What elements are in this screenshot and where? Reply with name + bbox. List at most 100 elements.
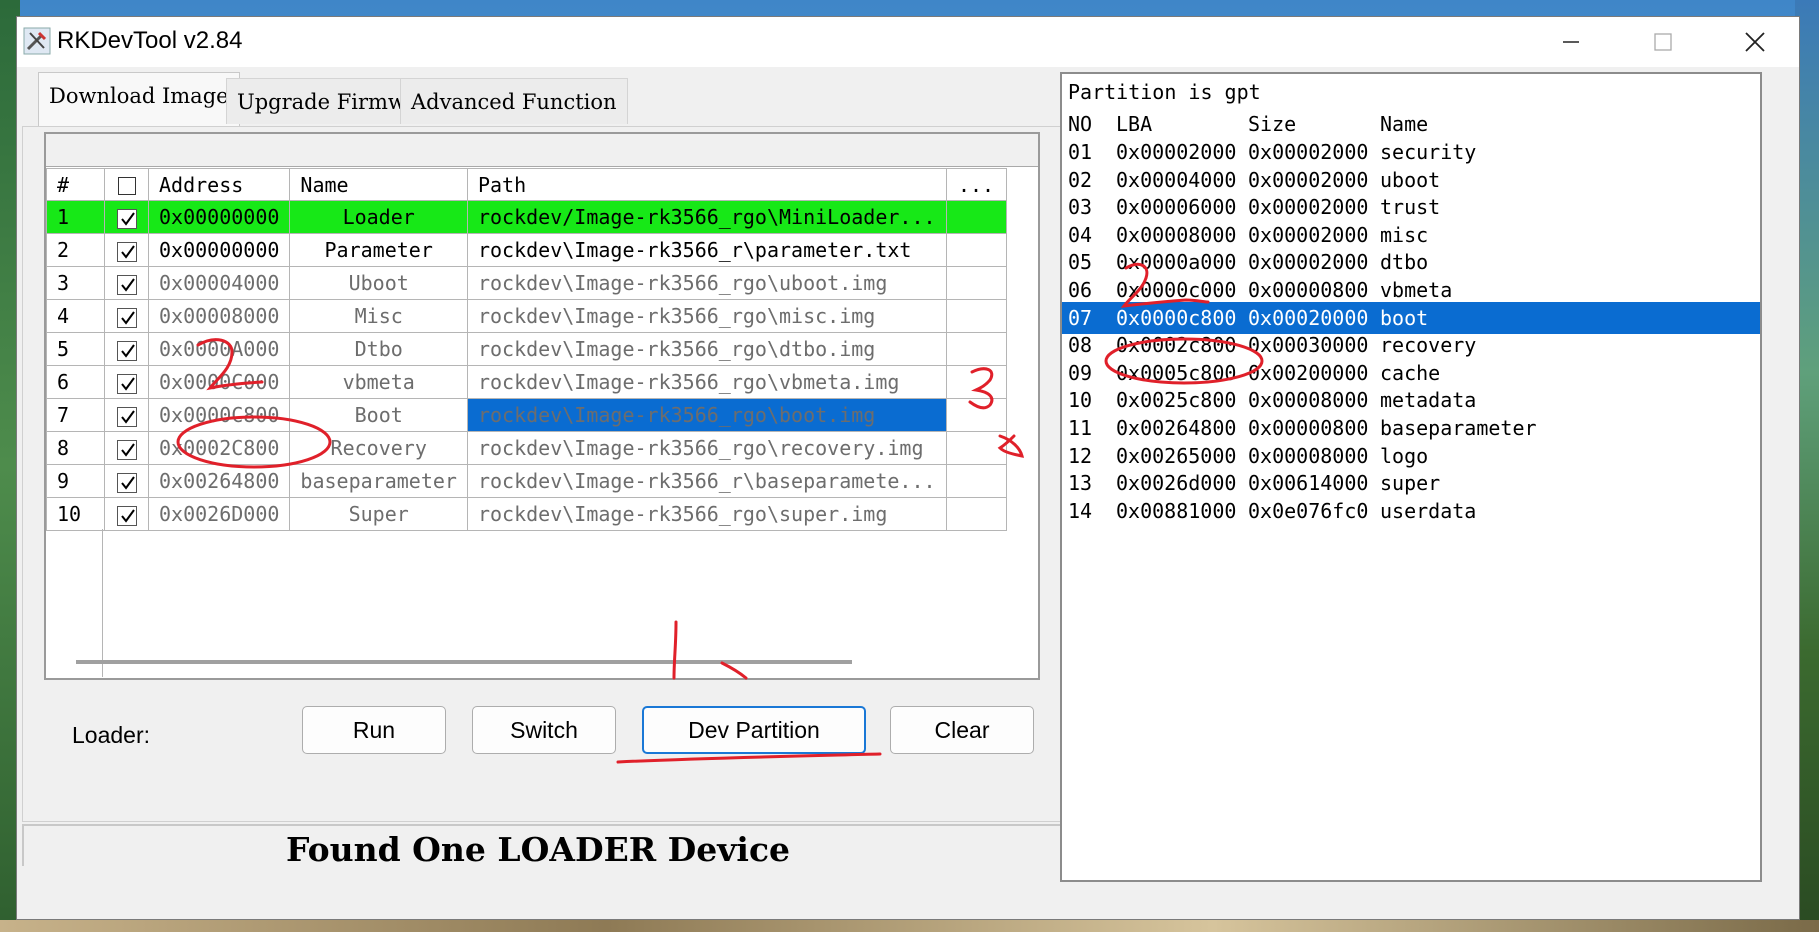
row-address[interactable]: 0x00264800 [147,464,291,498]
row-checkbox[interactable] [104,299,149,333]
row-checkbox[interactable] [104,332,149,366]
row-index[interactable]: 4 [46,299,105,333]
select-all-checkbox[interactable] [117,177,136,195]
row-checkbox[interactable] [104,266,149,300]
row-browse[interactable] [945,497,1007,531]
row-address[interactable]: 0x00000000 [147,200,291,234]
close-button[interactable] [1709,17,1801,67]
table-row[interactable]: 2 0x00000000 Parameter rockdev\Image-rk3566… [46,233,1007,267]
horizontal-scrollbar[interactable] [76,660,852,664]
row-address[interactable]: 0x0000C800 [147,398,291,432]
row-path[interactable]: rockdev\Image-rk3566_rgo\misc.img [466,299,947,333]
maximize-button[interactable] [1617,17,1709,67]
switch-button[interactable]: Switch [472,706,616,754]
row-path[interactable]: rockdev\Image-rk3566_r\baseparamete... [466,464,947,498]
row-index[interactable]: 2 [46,233,105,267]
row-name[interactable]: Dtbo [289,332,468,366]
row-checkbox[interactable] [104,365,149,399]
row-path[interactable]: rockdev\Image-rk3566_rgo\super.img [466,497,947,531]
row-name[interactable]: Super [289,497,468,531]
title-bar[interactable]: RKDevTool v2.84 [17,17,1799,67]
row-name[interactable]: Parameter [289,233,468,267]
row-checkbox-box[interactable] [116,373,137,394]
row-index[interactable]: 3 [46,266,105,300]
row-checkbox[interactable] [104,233,149,267]
row-browse[interactable] [945,299,1007,333]
partition-row[interactable]: 14 0x00881000 0x0e076fc0 userdata [1062,495,1760,527]
row-name[interactable]: Loader [289,200,468,234]
col-header-path[interactable]: Path [466,168,947,201]
table-row[interactable]: 7 0x0000C800 Boot rockdev\Image-rk3566_rgo\… [46,398,1007,432]
row-index[interactable]: 6 [46,365,105,399]
minimize-button[interactable] [1525,17,1617,67]
row-path[interactable]: rockdev/Image-rk3566_rgo\MiniLoader... [466,200,947,234]
row-address[interactable]: 0x0000A000 [147,332,291,366]
row-index[interactable]: 8 [46,431,105,465]
row-browse[interactable] [945,398,1007,432]
row-browse[interactable] [945,464,1007,498]
row-name[interactable]: Recovery [289,431,468,465]
row-checkbox[interactable] [104,497,149,531]
table-row[interactable]: 5 0x0000A000 Dtbo rockdev\Image-rk3566_rgo\… [46,332,1007,366]
table-row[interactable]: 3 0x00004000 Uboot rockdev\Image-rk3566_rgo… [46,266,1007,300]
row-browse[interactable] [945,365,1007,399]
col-header-select-all[interactable] [104,168,149,201]
table-row[interactable]: 4 0x00008000 Misc rockdev\Image-rk3566_rgo\… [46,299,1007,333]
row-path[interactable]: rockdev\Image-rk3566_rgo\recovery.img [466,431,947,465]
row-browse[interactable] [945,266,1007,300]
row-checkbox[interactable] [104,398,149,432]
table-row[interactable]: 8 0x0002C800 Recovery rockdev\Image-rk3566_… [46,431,1007,465]
row-path[interactable]: rockdev\Image-rk3566_rgo\vbmeta.img [466,365,947,399]
row-checkbox-box[interactable] [116,307,137,328]
col-header-address[interactable]: Address [147,168,291,201]
row-index[interactable]: 10 [46,497,105,531]
row-index[interactable]: 5 [46,332,105,366]
col-header-index[interactable]: # [46,168,105,201]
partition-log-panel[interactable]: Partition is gpt NO LBA Size Name 01 0x00… [1060,72,1762,882]
table-row[interactable]: 10 0x0026D000 Super rockdev\Image-rk3566_rg… [46,497,1007,531]
row-address[interactable]: 0x00008000 [147,299,291,333]
row-index[interactable]: 1 [46,200,105,234]
row-browse[interactable] [945,431,1007,465]
row-browse[interactable] [945,233,1007,267]
row-checkbox-box[interactable] [116,340,137,361]
row-path[interactable]: rockdev\Image-rk3566_r\parameter.txt [466,233,947,267]
col-header-browse[interactable]: ... [945,168,1007,201]
run-button[interactable]: Run [302,706,446,754]
row-address[interactable]: 0x0000C000 [147,365,291,399]
row-path[interactable]: rockdev\Image-rk3566_rgo\dtbo.img [466,332,947,366]
table-row[interactable]: 9 0x00264800 baseparameter rockdev\Image-rk… [46,464,1007,498]
row-index[interactable]: 7 [46,398,105,432]
row-browse[interactable] [945,200,1007,234]
row-checkbox[interactable] [104,464,149,498]
row-checkbox-box[interactable] [116,274,137,295]
row-path[interactable]: rockdev\Image-rk3566_rgo\boot.img [466,398,947,432]
row-name[interactable]: vbmeta [289,365,468,399]
row-index[interactable]: 9 [46,464,105,498]
row-browse[interactable] [945,332,1007,366]
row-name[interactable]: baseparameter [289,464,468,498]
row-checkbox-box[interactable] [116,505,137,526]
clear-button[interactable]: Clear [890,706,1034,754]
table-row[interactable]: 1 0x00000000 Loader rockdev/Image-rk3566_rg… [46,200,1007,234]
row-checkbox-box[interactable] [116,406,137,427]
tab-download-image[interactable]: Download Image [38,72,240,126]
dev-partition-button[interactable]: Dev Partition [642,706,866,754]
tab-advanced-function[interactable]: Advanced Function [400,78,628,124]
row-address[interactable]: 0x0026D000 [147,497,291,531]
col-header-name[interactable]: Name [289,168,468,201]
table-row[interactable]: 6 0x0000C000 vbmeta rockdev\Image-rk3566_rg… [46,365,1007,399]
row-path[interactable]: rockdev\Image-rk3566_rgo\uboot.img [466,266,947,300]
row-address[interactable]: 0x00004000 [147,266,291,300]
row-name[interactable]: Boot [289,398,468,432]
row-name[interactable]: Misc [289,299,468,333]
row-checkbox[interactable] [104,431,149,465]
row-checkbox-box[interactable] [116,208,137,229]
row-address[interactable]: 0x0002C800 [147,431,291,465]
row-checkbox[interactable] [104,200,149,234]
row-address[interactable]: 0x00000000 [147,233,291,267]
row-checkbox-box[interactable] [116,472,137,493]
row-checkbox-box[interactable] [116,241,137,262]
row-name[interactable]: Uboot [289,266,468,300]
row-checkbox-box[interactable] [116,439,137,460]
